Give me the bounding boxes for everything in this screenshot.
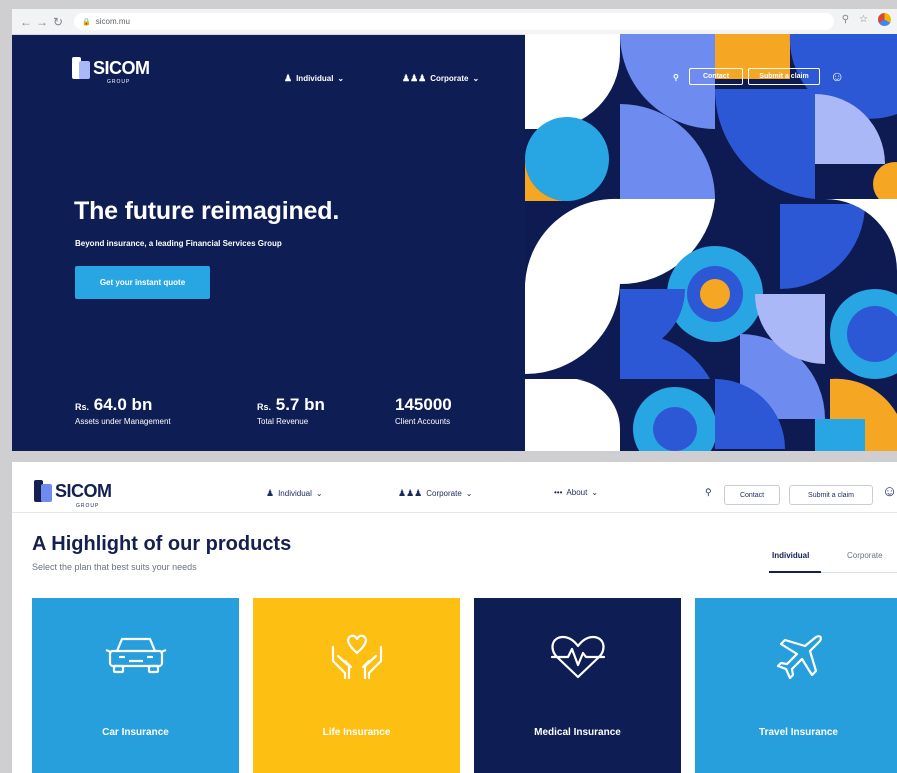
submit-claim-button[interactable]: Submit a claim xyxy=(789,485,873,505)
card-label: Travel Insurance xyxy=(759,727,838,738)
profile-icon[interactable] xyxy=(878,13,891,26)
lock-icon: 🔒 xyxy=(82,18,91,26)
stat-clients: 145000 Client Accounts xyxy=(395,395,452,426)
chevron-down-icon: ⌄ xyxy=(315,489,323,498)
nav-about-label: About xyxy=(550,73,574,82)
contact-button[interactable]: Contact xyxy=(724,485,780,505)
nav-individual-label: Individual xyxy=(296,74,334,83)
group-icon: ♟♟♟ xyxy=(402,73,427,83)
card-label: Medical Insurance xyxy=(534,727,621,738)
logo-subtext: GROUP xyxy=(76,503,100,509)
hero-screenshot: ← → ↻ 🔒 sicom.mu ⚲ ☆ SICOM GROUP ♟ Indiv… xyxy=(12,9,897,451)
hero-subtitle: Beyond insurance, a leading Financial Se… xyxy=(75,239,282,248)
site-header: SICOM GROUP ♟ Individual ⌄ ♟♟♟ Corporate… xyxy=(12,462,897,513)
browser-toolbar: ← → ↻ 🔒 sicom.mu ⚲ ☆ xyxy=(12,9,897,35)
stat-label: Client Accounts xyxy=(395,417,451,426)
chevron-down-icon: ⌄ xyxy=(591,488,599,497)
stat-value: 64.0 bn xyxy=(93,395,153,414)
sicom-logo[interactable]: SICOM xyxy=(72,57,150,79)
zoom-icon[interactable]: ⚲ xyxy=(842,14,849,25)
tab-corporate[interactable]: Corporate xyxy=(847,551,883,560)
nav-individual-label: Individual xyxy=(278,489,312,498)
card-label: Life Insurance xyxy=(322,727,391,738)
logo-text: SICOM xyxy=(93,58,150,78)
hands-heart-icon xyxy=(331,634,382,679)
logo-subtext: GROUP xyxy=(107,79,131,85)
products-subtitle: Select the plan that best suits your nee… xyxy=(32,562,197,572)
stat-prefix: Rs. xyxy=(75,402,90,412)
account-icon[interactable]: ☺ xyxy=(882,483,897,500)
contact-button[interactable]: Contact xyxy=(689,68,743,85)
airplane-icon xyxy=(776,635,822,680)
forward-arrow-icon[interactable]: → xyxy=(34,15,50,29)
logo-mark-icon xyxy=(72,57,90,79)
car-icon xyxy=(105,637,166,674)
nav-about-label: About xyxy=(566,488,588,497)
nav-individual[interactable]: ♟ Individual ⌄ xyxy=(266,488,323,499)
heartbeat-icon xyxy=(550,635,605,679)
submit-claim-button[interactable]: Submit a claim xyxy=(748,68,820,85)
person-icon: ♟ xyxy=(284,73,293,83)
chevron-down-icon: ⌄ xyxy=(337,74,345,83)
address-url: sicom.mu xyxy=(95,17,130,26)
address-bar[interactable]: 🔒 sicom.mu xyxy=(74,13,834,30)
stat-revenue: Rs. 5.7 bn Total Revenue xyxy=(257,395,325,426)
chevron-down-icon: ⌄ xyxy=(577,73,585,82)
stat-label: Total Revenue xyxy=(257,417,309,426)
group-icon: ♟♟♟ xyxy=(398,488,423,498)
tab-individual[interactable]: Individual xyxy=(772,551,809,560)
car-insurance-card[interactable]: Car Insurance xyxy=(32,598,239,773)
stat-prefix: Rs. xyxy=(257,402,272,412)
logo-mark-icon xyxy=(34,480,52,502)
hero-artwork xyxy=(525,34,897,451)
search-icon[interactable]: ⚲ xyxy=(673,73,679,82)
reload-icon[interactable]: ↻ xyxy=(50,15,66,29)
back-arrow-icon[interactable]: ← xyxy=(18,15,34,29)
sicom-logo[interactable]: SICOM xyxy=(34,480,112,502)
nav-about[interactable]: ••• About ⌄ xyxy=(554,488,598,497)
hero-title: The future reimagined. xyxy=(74,197,340,225)
browser-actions: ⚲ ☆ xyxy=(842,13,891,26)
search-icon[interactable]: ⚲ xyxy=(705,487,712,498)
medical-insurance-card[interactable]: Medical Insurance xyxy=(474,598,681,773)
card-label: Car Insurance xyxy=(102,727,169,738)
chevron-down-icon: ⌄ xyxy=(472,74,480,83)
nav-corporate-label: Corporate xyxy=(426,489,462,498)
stat-assets: Rs. 64.0 bn Assets under Management xyxy=(75,395,171,426)
active-tab-indicator xyxy=(769,571,821,573)
person-icon: ♟ xyxy=(266,488,275,498)
dots-icon: ••• xyxy=(554,488,563,497)
hero-navigation: SICOM GROUP ♟ Individual ⌄ ♟♟♟ Corporate… xyxy=(12,34,897,89)
account-icon[interactable]: ☺ xyxy=(830,68,844,84)
dots-icon: ••• xyxy=(538,73,547,82)
nav-corporate[interactable]: ♟♟♟ Corporate ⌄ xyxy=(402,73,479,84)
travel-insurance-card[interactable]: Travel Insurance xyxy=(695,598,897,773)
nav-corporate-label: Corporate xyxy=(430,74,469,83)
stat-value: 145000 xyxy=(395,395,452,414)
bookmark-star-icon[interactable]: ☆ xyxy=(859,14,868,25)
logo-text: SICOM xyxy=(55,481,112,501)
nav-corporate[interactable]: ♟♟♟ Corporate ⌄ xyxy=(398,488,473,499)
nav-individual[interactable]: ♟ Individual ⌄ xyxy=(284,73,344,84)
stat-label: Assets under Management xyxy=(75,417,171,426)
products-screenshot: SICOM GROUP ♟ Individual ⌄ ♟♟♟ Corporate… xyxy=(12,462,897,773)
nav-about[interactable]: ••• About ⌄ xyxy=(538,73,584,82)
chevron-down-icon: ⌄ xyxy=(465,489,473,498)
life-insurance-card[interactable]: Life Insurance xyxy=(253,598,460,773)
instant-quote-button[interactable]: Get your instant quote xyxy=(75,266,210,299)
stat-value: 5.7 bn xyxy=(275,395,325,414)
products-title: A Highlight of our products xyxy=(32,533,292,555)
